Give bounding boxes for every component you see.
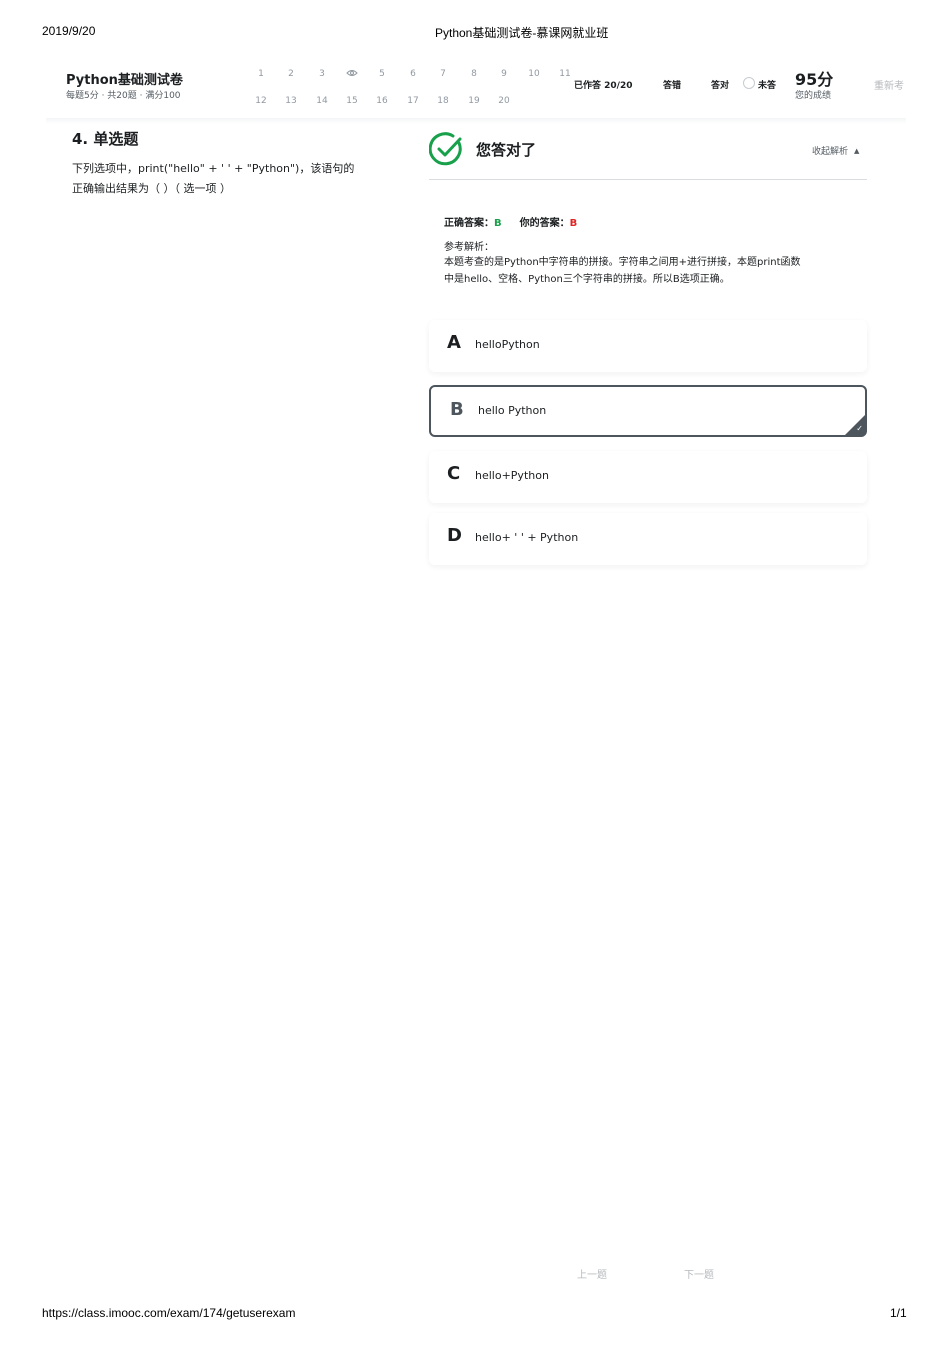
checkmark-icon: ✓	[856, 424, 863, 433]
question-nav-item[interactable]: 14	[311, 96, 333, 106]
question-nav-item[interactable]: 12	[250, 96, 272, 106]
option-letter: D	[447, 525, 462, 546]
option-letter: B	[450, 399, 464, 420]
question-nav-item[interactable]: 13	[280, 96, 302, 106]
question-nav-item[interactable]: 2	[280, 69, 302, 79]
question-heading: 4. 单选题	[72, 130, 139, 148]
question-nav-item[interactable]: 8	[463, 69, 485, 79]
option-letter: C	[447, 463, 461, 484]
question-nav-item[interactable]: 6	[402, 69, 424, 79]
question-nav-item[interactable]: 5	[371, 69, 393, 79]
option-d[interactable]: D hello+ ' ' + Python	[429, 513, 867, 565]
analysis-text: 本题考查的是Python中字符串的拼接。字符串之间用+进行拼接，本题print函…	[444, 254, 854, 288]
option-b[interactable]: B hello Python ✓	[429, 385, 867, 437]
answer-summary: 正确答案：B 你的答案：B	[444, 214, 577, 229]
question-text-line: 下列选项中，print("hello" + ' ' + "Python")，该语…	[72, 162, 355, 175]
option-text: hello Python	[478, 404, 547, 417]
result-divider	[429, 179, 867, 180]
option-text: helloPython	[475, 338, 540, 351]
legend-unanswered: 未答	[758, 81, 777, 91]
question-nav-item[interactable]: 7	[432, 69, 454, 79]
print-title: Python基础测试卷-慕课网就业班	[435, 26, 609, 40]
print-date: 2019/9/20	[42, 24, 96, 38]
option-c[interactable]: C hello+Python	[429, 451, 867, 503]
question-nav-item[interactable]: 20	[493, 96, 515, 106]
collapse-analysis-button[interactable]: 收起解析 ▲	[812, 144, 859, 157]
eye-icon	[346, 70, 358, 76]
legend-wrong: 答错	[663, 81, 682, 91]
question-nav-item[interactable]: 19	[463, 96, 485, 106]
question-nav-item[interactable]: 16	[371, 96, 393, 106]
check-circle-icon	[429, 132, 462, 166]
print-page-number: 1/1	[890, 1306, 907, 1320]
question-nav-item[interactable]: 9	[493, 69, 515, 79]
next-question-button[interactable]: 下一题	[684, 1266, 714, 1281]
caret-up-icon: ▲	[854, 147, 860, 155]
score-value: 95分	[795, 70, 834, 89]
option-text: hello+Python	[475, 469, 549, 482]
print-url: https://class.imooc.com/exam/174/getuser…	[42, 1306, 296, 1320]
legend-unanswered-circle-icon	[743, 77, 755, 89]
question-nav-item[interactable]: 10	[523, 69, 545, 79]
analysis-line: 本题考查的是Python中字符串的拼接。字符串之间用+进行拼接，本题print函…	[444, 257, 801, 268]
header-divider	[46, 118, 906, 124]
question-nav-item[interactable]: 17	[402, 96, 424, 106]
option-text: hello+ ' ' + Python	[475, 531, 579, 544]
question-nav-item[interactable]: 15	[341, 96, 363, 106]
answered-count: 已作答 20/20	[574, 81, 633, 91]
option-letter: A	[447, 332, 461, 353]
collapse-analysis-label: 收起解析	[812, 147, 849, 157]
correct-answer-label: 正确答案：	[444, 218, 494, 229]
prev-question-button[interactable]: 上一题	[577, 1266, 607, 1281]
result-title: 您答对了	[476, 141, 537, 159]
question-nav-item[interactable]: 3	[311, 69, 333, 79]
your-answer-label: 你的答案：	[519, 218, 570, 229]
exam-title: Python基础测试卷	[66, 73, 183, 88]
exam-meta: 每题5分 · 共20题 · 满分100	[66, 91, 181, 101]
option-a[interactable]: A helloPython	[429, 320, 867, 372]
legend-correct: 答对	[711, 81, 730, 91]
question-nav-item[interactable]: 11	[554, 69, 576, 79]
analysis-line: 中是hello、空格、Python三个字符串的拼接。所以B选项正确。	[444, 274, 730, 285]
question-nav-item[interactable]: 1	[250, 69, 272, 79]
correct-answer-value: B	[494, 218, 502, 229]
retake-button[interactable]: 重新考	[874, 77, 904, 92]
question-nav-item[interactable]: 18	[432, 96, 454, 106]
analysis-label: 参考解析：	[444, 242, 494, 253]
question-text-line: 正确输出结果为（ ）（ 选一项 ）	[72, 182, 231, 195]
your-answer-value: B	[569, 218, 578, 229]
score-label: 您的成绩	[795, 91, 832, 101]
question-nav-current[interactable]	[341, 69, 363, 77]
question-text: 下列选项中，print("hello" + ' ' + "Python")，该语…	[72, 159, 372, 199]
